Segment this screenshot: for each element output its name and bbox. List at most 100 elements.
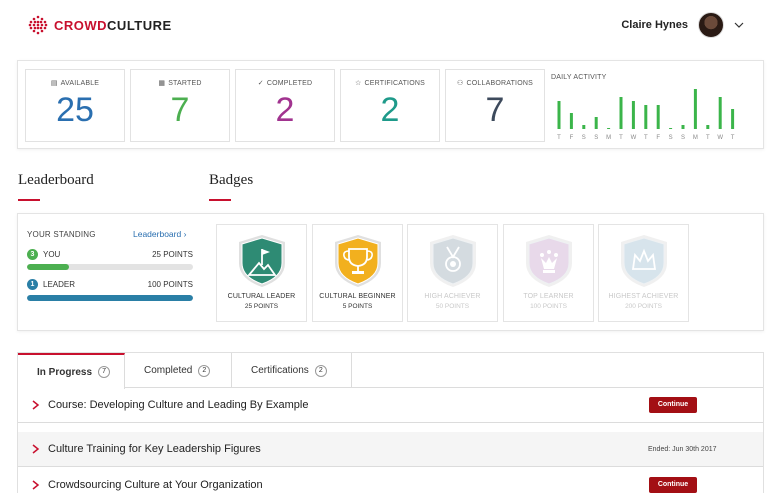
standing-row-leader: 1 LEADER 100 POINTS bbox=[27, 279, 193, 290]
standing-title: YOUR STANDING bbox=[27, 230, 96, 239]
badge-name: HIGHEST ACHIEVER bbox=[608, 293, 679, 300]
daily-activity-label: DAILY ACTIVITY bbox=[551, 74, 607, 81]
book-icon: ▤ bbox=[50, 80, 58, 87]
badge-name: TOP LEARNER bbox=[523, 293, 574, 300]
leaderboard-link[interactable]: Leaderboard › bbox=[133, 229, 186, 239]
stat-value: 2 bbox=[380, 91, 400, 129]
avatar[interactable] bbox=[698, 12, 724, 38]
activity-bar bbox=[644, 105, 648, 129]
standing-points: 25 POINTS bbox=[152, 250, 193, 259]
activity-bar bbox=[619, 97, 623, 129]
chevron-down-icon[interactable] bbox=[734, 20, 744, 30]
stat-label: ▤ AVAILABLE bbox=[26, 79, 124, 88]
activity-day-label: S bbox=[681, 135, 685, 141]
people-icon: ⚇ bbox=[457, 80, 464, 87]
course-row[interactable]: Course: Developing Culture and Leading B… bbox=[18, 388, 763, 423]
tab-count: 2 bbox=[314, 364, 327, 377]
activity-bar bbox=[718, 97, 722, 129]
brand-name: CROWDCULTURE bbox=[54, 17, 172, 33]
chevron-right-icon[interactable] bbox=[32, 444, 40, 454]
activity-day-label: T bbox=[619, 135, 623, 141]
badge-name: HIGH ACHIEVER bbox=[424, 293, 481, 300]
badge-points: 200 POINTS bbox=[625, 303, 662, 310]
tab-count: 7 bbox=[98, 366, 111, 378]
course-title[interactable]: Crowdsourcing Culture at Your Organizati… bbox=[48, 479, 263, 491]
stat-value: 25 bbox=[56, 91, 94, 129]
activity-day-label: M bbox=[606, 135, 611, 141]
activity-day-label: F bbox=[570, 135, 574, 141]
daily-activity-chart: DAILY ACTIVITY T F S S M T W T F S S M T W T bbox=[551, 69, 759, 142]
activity-bar bbox=[706, 125, 710, 129]
activity-day-label: W bbox=[631, 135, 637, 141]
leaderboard-underline bbox=[18, 199, 40, 201]
stat-card-available[interactable]: ▤ AVAILABLE 25 bbox=[25, 69, 125, 142]
stat-label: ▦ STARTED bbox=[131, 79, 229, 88]
brand-logo[interactable]: CROWDCULTURE bbox=[28, 15, 172, 35]
stat-card-certifications[interactable]: ☆ CERTIFICATIONS 2 bbox=[340, 69, 440, 142]
activity-bar bbox=[656, 105, 660, 129]
chess-king-icon bbox=[525, 235, 572, 287]
progress-fill bbox=[27, 264, 69, 270]
stat-card-collaborations[interactable]: ⚇ COLLABORATIONS 7 bbox=[445, 69, 545, 142]
stat-card-started[interactable]: ▦ STARTED 7 bbox=[130, 69, 230, 142]
activity-day-label: S bbox=[669, 135, 673, 141]
badge-points: 50 POINTS bbox=[435, 303, 470, 310]
stat-label-text: CERTIFICATIONS bbox=[364, 79, 425, 87]
courses-panel: In Progress 7 Completed 2 Certifications 2 … bbox=[17, 352, 764, 493]
activity-day-label: F bbox=[656, 135, 660, 141]
badge-card[interactable]: HIGHEST ACHIEVER 200 POINTS bbox=[598, 224, 689, 322]
badge-card[interactable]: HIGH ACHIEVER 50 POINTS bbox=[407, 224, 498, 322]
activity-day-label: T bbox=[644, 135, 648, 141]
standing-name: YOU bbox=[43, 250, 61, 259]
badge-card[interactable]: CULTURAL LEADER 25 POINTS bbox=[216, 224, 307, 322]
tab-count: 2 bbox=[198, 364, 211, 377]
activity-bar bbox=[669, 128, 673, 129]
activity-day-label: M bbox=[693, 135, 698, 141]
activity-bar bbox=[607, 128, 611, 129]
badge-card[interactable]: TOP LEARNER 100 POINTS bbox=[503, 224, 594, 322]
standing-row-you: 3 YOU 25 POINTS bbox=[27, 249, 193, 260]
stat-card-completed[interactable]: ✓ COMPLETED 2 bbox=[235, 69, 335, 142]
tab-certifications[interactable]: Certifications 2 bbox=[232, 353, 352, 388]
chevron-right-icon[interactable] bbox=[32, 480, 40, 490]
course-title[interactable]: Course: Developing Culture and Leading B… bbox=[48, 399, 309, 411]
tab-label: In Progress bbox=[37, 366, 93, 378]
stat-label: ⚇ COLLABORATIONS bbox=[446, 79, 544, 88]
activity-day-label: W bbox=[717, 135, 723, 141]
calendar-icon: ▦ bbox=[158, 80, 166, 87]
continue-button[interactable]: Continue bbox=[649, 397, 697, 413]
badge-card[interactable]: CULTURAL BEGINNER 5 POINTS bbox=[312, 224, 403, 322]
badge-name: CULTURAL BEGINNER bbox=[319, 293, 396, 300]
activity-bar bbox=[582, 125, 586, 129]
tab-label: Certifications bbox=[251, 365, 309, 376]
chevron-right-icon[interactable] bbox=[32, 400, 40, 410]
activity-bar bbox=[693, 89, 697, 129]
course-row[interactable]: Culture Training for Key Leadership Figu… bbox=[18, 432, 763, 467]
stat-value: 7 bbox=[170, 91, 190, 129]
activity-day-label: T bbox=[731, 135, 735, 141]
progress-fill bbox=[27, 295, 193, 301]
activity-bar bbox=[631, 101, 635, 129]
activity-day-label: T bbox=[557, 135, 561, 141]
activity-day-label: T bbox=[706, 135, 710, 141]
activity-bar bbox=[569, 113, 573, 129]
user-name: Claire Hynes bbox=[621, 19, 688, 31]
stat-value: 7 bbox=[485, 91, 505, 129]
user-menu[interactable]: Claire Hynes bbox=[621, 12, 744, 38]
continue-button[interactable]: Continue bbox=[649, 477, 697, 493]
course-title[interactable]: Culture Training for Key Leadership Figu… bbox=[48, 443, 261, 455]
tab-completed[interactable]: Completed 2 bbox=[125, 353, 232, 388]
standing-name: LEADER bbox=[43, 280, 76, 289]
badge-points: 25 POINTS bbox=[244, 303, 279, 310]
trophy-icon bbox=[334, 235, 381, 287]
badge-points: 5 POINTS bbox=[342, 303, 373, 310]
activity-bar bbox=[594, 117, 598, 129]
activity-bars: TFSSMTWTFSSMTWT bbox=[557, 89, 735, 141]
course-row[interactable]: Crowdsourcing Culture at Your Organizati… bbox=[18, 468, 763, 493]
stat-label-text: COMPLETED bbox=[266, 79, 313, 87]
app-header: CROWDCULTURE Claire Hynes bbox=[0, 0, 782, 54]
crown-icon bbox=[620, 235, 667, 287]
tab-in-progress[interactable]: In Progress 7 bbox=[18, 353, 125, 389]
crowd-logo-icon bbox=[28, 15, 48, 35]
activity-day-label: S bbox=[582, 135, 586, 141]
